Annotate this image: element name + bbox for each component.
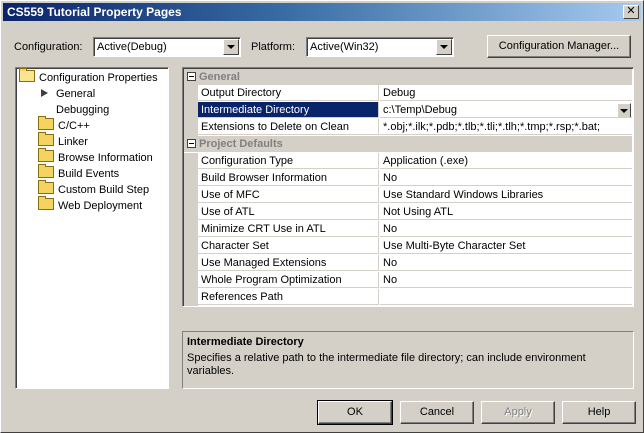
property-row-use-of-mfc[interactable]: Use of MFC Use Standard Windows Librarie… — [184, 187, 632, 204]
property-row-references-path[interactable]: References Path — [184, 289, 632, 306]
cancel-button[interactable]: Cancel — [400, 401, 474, 424]
tree-item-browse-information[interactable]: Browse Information — [38, 148, 153, 166]
property-row-extensions-to-delete[interactable]: Extensions to Delete on Clean *.obj;*.il… — [184, 119, 632, 136]
property-value[interactable]: Not Using ATL — [380, 204, 632, 220]
tree-item-label: Web Deployment — [58, 200, 143, 212]
apply-button[interactable]: Apply — [481, 401, 555, 424]
property-name: Extensions to Delete on Clean — [198, 119, 379, 135]
platform-value: Active(Win32) — [310, 41, 379, 53]
ok-button[interactable]: OK — [317, 400, 393, 425]
configuration-manager-button[interactable]: Configuration Manager... — [487, 35, 631, 58]
platform-label: Platform: — [251, 41, 296, 53]
description-text: Specifies a relative path to the interme… — [187, 352, 586, 377]
chevron-down-icon[interactable] — [223, 39, 239, 55]
tree-item-label: Browse Information — [58, 152, 153, 164]
arrow-right-icon — [41, 89, 48, 97]
tree-item-label: Linker — [58, 136, 88, 148]
property-value: c:\Temp\Debug — [383, 104, 457, 116]
tree-item-general[interactable]: General — [41, 86, 95, 102]
category-project-defaults[interactable]: Project Defaults — [184, 136, 632, 152]
folder-icon — [38, 148, 54, 162]
tree-item-configuration-properties[interactable]: Configuration Properties — [19, 68, 158, 86]
tree-item-label: Build Events — [58, 168, 120, 180]
property-value-input[interactable]: c:\Temp\Debug — [380, 102, 632, 118]
property-name: References Path — [198, 289, 379, 305]
property-name: Use of MFC — [198, 187, 379, 203]
property-name: Output Directory — [198, 85, 379, 101]
property-name: Minimize CRT Use in ATL — [198, 221, 379, 237]
window-title: CS559 Tutorial Property Pages — [7, 5, 182, 19]
property-tree: Configuration Properties General Debuggi… — [15, 67, 169, 389]
title-bar[interactable]: CS559 Tutorial Property Pages ✕ — [3, 3, 641, 21]
tree-item-label: Custom Build Step — [58, 184, 150, 196]
tree-item-build-events[interactable]: Build Events — [38, 164, 120, 182]
property-value[interactable]: *.obj;*.ilk;*.pdb;*.tlb;*.tli;*.tlh;*.tm… — [380, 119, 632, 135]
property-value[interactable]: Debug — [380, 85, 632, 101]
category-label: Project Defaults — [199, 138, 283, 150]
grid-splitter[interactable] — [182, 306, 632, 330]
tree-item-label: Configuration Properties — [39, 72, 158, 84]
property-row-intermediate-directory[interactable]: Intermediate Directory c:\Temp\Debug — [184, 102, 632, 119]
category-label: General — [199, 71, 240, 83]
property-value[interactable]: No — [380, 221, 632, 237]
property-row-character-set[interactable]: Character Set Use Multi-Byte Character S… — [184, 238, 632, 255]
folder-icon — [38, 196, 54, 210]
property-name: Build Browser Information — [198, 170, 379, 186]
property-grid: General Output Directory Debug Intermedi… — [182, 67, 634, 307]
property-row-whole-program-optimization[interactable]: Whole Program Optimization No — [184, 272, 632, 289]
property-value[interactable]: No — [380, 170, 632, 186]
platform-select[interactable]: Active(Win32) — [306, 37, 454, 57]
collapse-icon[interactable] — [187, 139, 196, 148]
tree-item-debugging[interactable]: Debugging — [56, 102, 109, 118]
configuration-value: Active(Debug) — [97, 41, 167, 53]
help-button[interactable]: Help — [562, 401, 636, 424]
property-row-use-managed-extensions[interactable]: Use Managed Extensions No — [184, 255, 632, 272]
property-name: Whole Program Optimization — [198, 272, 379, 288]
configuration-select[interactable]: Active(Debug) — [93, 37, 241, 57]
folder-icon — [38, 132, 54, 146]
description-panel: Intermediate Directory Specifies a relat… — [182, 331, 634, 389]
tree-item-label: C/C++ — [58, 120, 90, 132]
property-value[interactable]: Use Multi-Byte Character Set — [380, 238, 632, 254]
chevron-down-icon[interactable] — [617, 103, 631, 117]
property-row-output-directory[interactable]: Output Directory Debug — [184, 85, 632, 102]
folder-icon — [38, 164, 54, 178]
tree-item-web-deployment[interactable]: Web Deployment — [38, 196, 143, 214]
property-name: Use of ATL — [198, 204, 379, 220]
property-name: Configuration Type — [198, 153, 379, 169]
collapse-icon[interactable] — [187, 72, 196, 81]
category-general[interactable]: General — [184, 69, 632, 85]
tree-item-custom-build-step[interactable]: Custom Build Step — [38, 180, 150, 198]
chevron-down-icon[interactable] — [436, 39, 452, 55]
folder-open-icon — [19, 68, 35, 82]
tree-item-label: Debugging — [56, 104, 110, 116]
description-title: Intermediate Directory — [187, 336, 304, 348]
property-name: Character Set — [198, 238, 379, 254]
tree-item-label: General — [56, 88, 96, 100]
property-pages-window: CS559 Tutorial Property Pages ✕ Configur… — [0, 0, 644, 433]
property-value[interactable]: No — [380, 255, 632, 271]
folder-icon — [38, 180, 54, 194]
configuration-label: Configuration: — [14, 41, 83, 53]
close-icon[interactable]: ✕ — [623, 5, 639, 19]
property-name: Intermediate Directory — [198, 102, 379, 118]
property-value[interactable] — [380, 289, 632, 305]
property-name: Use Managed Extensions — [198, 255, 379, 271]
property-value[interactable]: Use Standard Windows Libraries — [380, 187, 632, 203]
property-value[interactable]: No — [380, 272, 632, 288]
folder-icon — [38, 116, 54, 130]
property-value[interactable]: Application (.exe) — [380, 153, 632, 169]
property-row-use-of-atl[interactable]: Use of ATL Not Using ATL — [184, 204, 632, 221]
property-row-minimize-crt-use[interactable]: Minimize CRT Use in ATL No — [184, 221, 632, 238]
property-row-configuration-type[interactable]: Configuration Type Application (.exe) — [184, 153, 632, 170]
property-row-build-browser-information[interactable]: Build Browser Information No — [184, 170, 632, 187]
